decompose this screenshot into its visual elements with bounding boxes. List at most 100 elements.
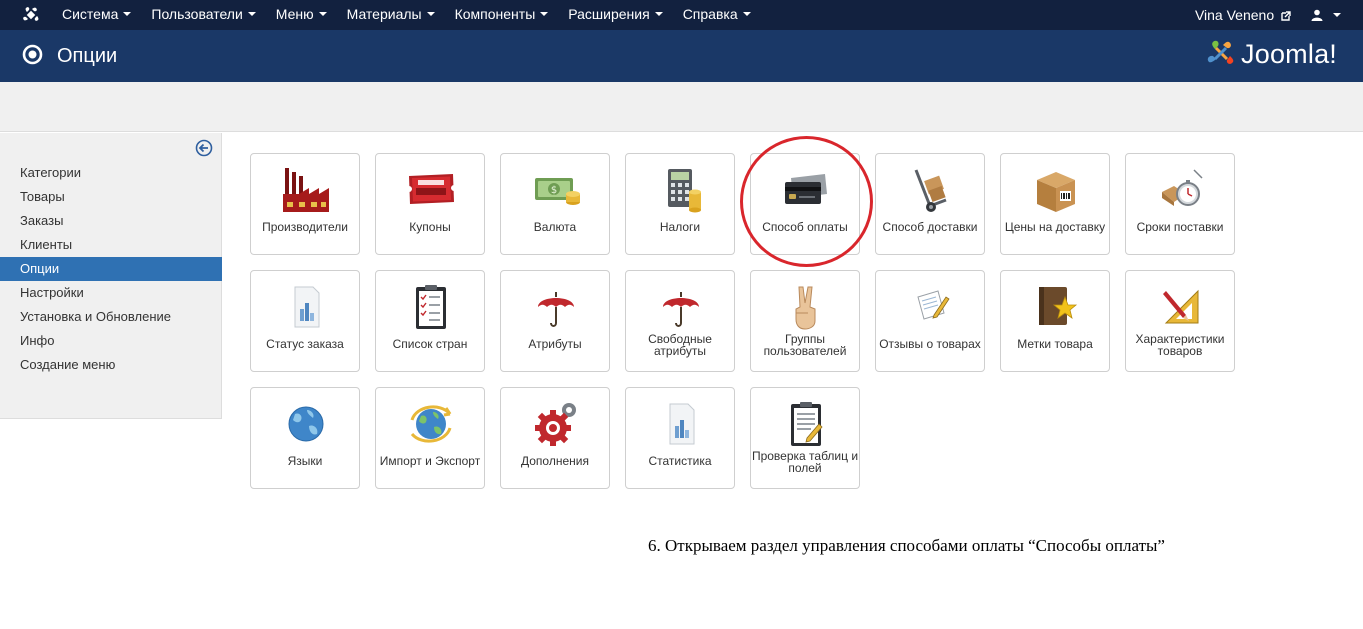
checklist-icon (416, 285, 446, 329)
sidebar-item-create-menu[interactable]: Создание меню (0, 353, 222, 377)
tile-product-characteristics[interactable]: Характеристики товаров (1125, 270, 1235, 372)
toolbar (0, 82, 1363, 132)
report-icon (669, 403, 695, 445)
tile-label: Импорт и Экспорт (379, 454, 481, 468)
tile-label: Валюта (533, 220, 577, 234)
navbar-right: Vina Veneno (1195, 0, 1341, 30)
victory-hand-icon (795, 286, 816, 330)
sidebar-item-settings[interactable]: Настройки (0, 281, 222, 305)
collapse-sidebar-icon[interactable] (195, 139, 213, 157)
options-icon (22, 44, 43, 65)
menu-help[interactable]: Справка (673, 0, 761, 30)
tile-currency[interactable]: $ Валюта (500, 153, 610, 255)
tile-user-groups[interactable]: Группы пользователей (750, 270, 860, 372)
menu-system[interactable]: Система (52, 0, 141, 30)
gears-icon (535, 403, 576, 446)
tile-statistics[interactable]: Статистика (625, 387, 735, 489)
tile-label: Купоны (409, 220, 451, 234)
menu-extensions[interactable]: Расширения (558, 0, 672, 30)
caret-down-icon (123, 12, 132, 16)
tile-coupons[interactable]: Купоны (375, 153, 485, 255)
main-menu: Система Пользователи Меню Материалы Комп… (52, 0, 761, 30)
tile-label: Характеристики товаров (1135, 332, 1225, 358)
user-menu[interactable] (1311, 9, 1341, 21)
currency-icon: $ (535, 178, 580, 205)
sidebar-item-options[interactable]: Опции (0, 257, 222, 281)
caret-down-icon (247, 12, 256, 16)
tile-free-attributes[interactable]: Свободные атрибуты (625, 270, 735, 372)
page-title: Опции (57, 45, 118, 67)
tile-label: Языки (287, 454, 323, 468)
top-navbar: Система Пользователи Меню Материалы Комп… (0, 0, 1363, 30)
external-link-icon (1281, 10, 1291, 21)
tile-addons[interactable]: Дополнения (500, 387, 610, 489)
globe-arrows-icon (410, 405, 452, 443)
stopwatch-icon (1162, 169, 1203, 206)
tile-product-labels[interactable]: Метки товара (1000, 270, 1110, 372)
note-pencil-icon (917, 290, 950, 320)
tile-label: Производители (262, 220, 348, 234)
tile-product-reviews[interactable]: Отзывы о товарах (875, 270, 985, 372)
book-star-icon (1039, 287, 1078, 325)
globe-icon (288, 406, 324, 442)
hand-truck-icon (914, 169, 947, 212)
menu-menus[interactable]: Меню (266, 0, 337, 30)
svg-text:$: $ (551, 185, 557, 196)
caret-down-icon (742, 12, 751, 16)
highlight-circle (740, 136, 873, 267)
tile-label: Атрибуты (528, 337, 582, 351)
joomla-wordmark: Joomla! (1241, 39, 1337, 69)
caret-down-icon (654, 12, 663, 16)
sidebar-item-categories[interactable]: Категории (0, 161, 222, 185)
menu-content[interactable]: Материалы (337, 0, 445, 30)
tile-check-tables[interactable]: Проверка таблиц и полей (750, 387, 860, 489)
sidebar: Категории Товары Заказы Клиенты Опции На… (0, 133, 222, 419)
tile-shipping-method[interactable]: Способ доставки (875, 153, 985, 255)
sidebar-item-products[interactable]: Товары (0, 185, 222, 209)
tile-import-export[interactable]: Импорт и Экспорт (375, 387, 485, 489)
title-bar: Опции Joomla! (0, 30, 1363, 82)
tile-attributes[interactable]: Атрибуты (500, 270, 610, 372)
tile-delivery-times[interactable]: Сроки поставки (1125, 153, 1235, 255)
tile-country-list[interactable]: Список стран (375, 270, 485, 372)
tile-label: Статус заказа (266, 337, 344, 351)
sidebar-item-orders[interactable]: Заказы (0, 209, 222, 233)
caret-down-icon (426, 12, 435, 16)
sidebar-item-info[interactable]: Инфо (0, 329, 222, 353)
umbrella-icon (538, 292, 574, 327)
tile-label: Способ доставки (882, 220, 978, 234)
tile-label: Дополнения (521, 454, 589, 468)
factory-icon (283, 168, 329, 212)
tile-label: Метки товара (1017, 337, 1093, 351)
caret-down-icon (540, 12, 549, 16)
sidebar-item-install-update[interactable]: Установка и Обновление (0, 305, 222, 329)
tile-order-status[interactable]: Статус заказа (250, 270, 360, 372)
menu-components[interactable]: Компоненты (445, 0, 559, 30)
sidebar-item-clients[interactable]: Клиенты (0, 233, 222, 257)
site-link[interactable]: Vina Veneno (1195, 1, 1291, 30)
joomla-logo-icon[interactable] (21, 5, 41, 25)
clipboard-icon (791, 402, 823, 446)
site-name: Vina Veneno (1194, 6, 1275, 23)
tile-shipping-prices[interactable]: Цены на доставку (1000, 153, 1110, 255)
tile-label: Группы пользователей (763, 332, 847, 358)
calculator-icon (668, 169, 701, 213)
ruler-pencil-icon (1163, 289, 1199, 324)
tile-taxes[interactable]: Налоги (625, 153, 735, 255)
joomla-brand: Joomla! (1205, 38, 1337, 70)
tile-languages[interactable]: Языки (250, 387, 360, 489)
tile-manufacturers[interactable]: Производители (250, 153, 360, 255)
report-icon (294, 286, 320, 328)
caret-down-icon (318, 12, 327, 16)
menu-users[interactable]: Пользователи (141, 0, 265, 30)
tile-label: Проверка таблиц и полей (751, 449, 859, 475)
tile-label: Налоги (659, 220, 701, 234)
caret-down-icon (1333, 13, 1341, 17)
tile-label: Отзывы о товарах (879, 337, 981, 351)
sidebar-menu: Категории Товары Заказы Клиенты Опции На… (0, 161, 222, 377)
caption: 6. Открываем раздел управления способами… (648, 536, 1165, 555)
tile-label: Цены на доставку (1004, 220, 1106, 234)
joomla-logo-icon (1207, 40, 1234, 64)
umbrella-icon (663, 292, 699, 327)
user-icon (1311, 9, 1323, 21)
